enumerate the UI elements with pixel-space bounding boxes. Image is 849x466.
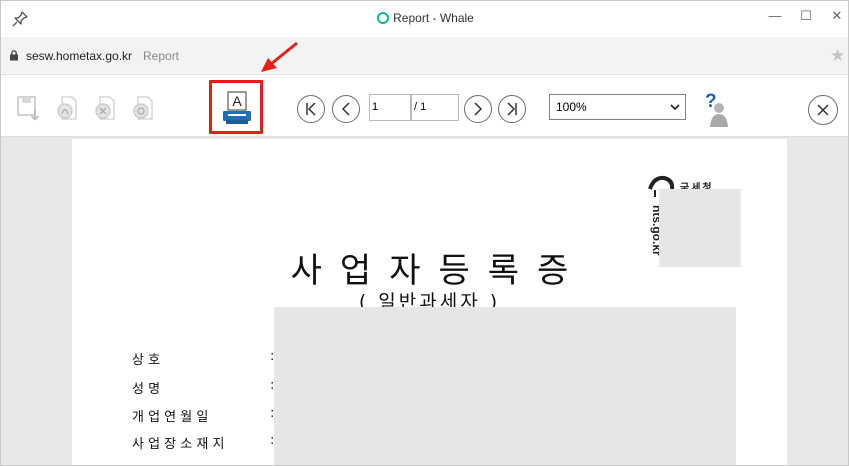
field-colon: :	[270, 378, 275, 393]
page-number-input[interactable]: 1	[369, 94, 411, 121]
address-bar[interactable]: sesw.hometax.go.kr Report ★	[1, 37, 848, 75]
window-title: Report - Whale	[1, 11, 848, 25]
close-report-button[interactable]	[808, 95, 838, 125]
bookmark-star-icon[interactable]: ★	[830, 46, 845, 66]
page-total-label: / 1	[411, 94, 459, 121]
chevron-down-icon	[670, 104, 680, 111]
save-icon[interactable]	[15, 94, 43, 122]
next-page-button[interactable]	[464, 95, 492, 123]
pdf-export-icon[interactable]	[53, 94, 81, 122]
field-label: 성 명	[132, 382, 161, 397]
last-page-button[interactable]	[498, 95, 526, 123]
print-icon[interactable]: A	[222, 91, 252, 125]
print-glyph: A	[232, 93, 242, 109]
maximize-button[interactable]: ☐	[794, 5, 818, 27]
print-button-highlight[interactable]: A	[209, 80, 263, 134]
url-page-title: Report	[143, 49, 180, 63]
hwp-export-icon[interactable]	[129, 94, 157, 122]
window-title-text: Report - Whale	[393, 11, 474, 25]
close-window-button[interactable]: ✕	[825, 5, 848, 27]
document-page: 국세청 nts.go.kr 사업자등록증 ( 일반과세자 ) 상 호 : 성 명…	[72, 139, 787, 465]
field-label: 사 업 장 소 재 지	[132, 437, 225, 452]
zoom-select[interactable]: 100%	[549, 94, 686, 120]
zoom-value: 100%	[556, 100, 587, 114]
field-label: 상 호	[132, 353, 161, 368]
url-domain: sesw.hometax.go.kr	[26, 49, 133, 63]
field-colon: :	[270, 406, 275, 421]
first-page-button[interactable]	[297, 95, 325, 123]
field-colon: :	[270, 433, 275, 448]
app-window: Report - Whale — ☐ ✕ sesw.hometax.go.kr …	[0, 0, 849, 466]
whale-logo-icon	[377, 12, 390, 24]
field-colon: :	[270, 349, 275, 364]
previous-page-button[interactable]	[332, 95, 360, 123]
close-icon	[817, 104, 829, 116]
field-label: 개 업 연 월 일	[132, 410, 209, 425]
report-viewer[interactable]: 국세청 nts.go.kr 사업자등록증 ( 일반과세자 ) 상 호 : 성 명…	[1, 137, 848, 465]
excel-export-icon[interactable]	[91, 94, 119, 122]
minimize-button[interactable]: —	[763, 5, 787, 27]
help-icon[interactable]: ?	[697, 90, 731, 128]
lock-icon	[10, 50, 18, 61]
document-title: 사업자등록증	[290, 251, 587, 291]
redacted-content	[274, 307, 736, 465]
annotation-arrow-icon	[261, 41, 298, 72]
title-bar: Report - Whale — ☐ ✕	[1, 1, 848, 37]
report-toolbar: A 1 / 1 100% ?	[1, 76, 848, 137]
